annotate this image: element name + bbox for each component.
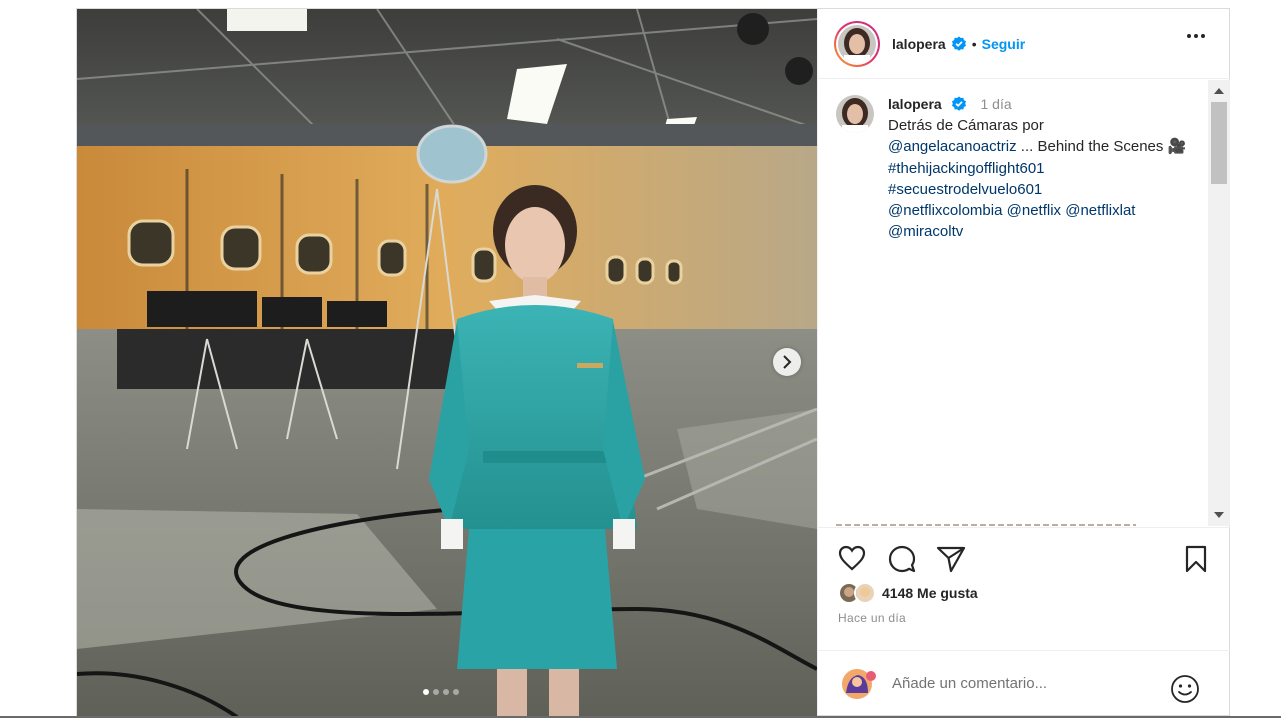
comment-input[interactable]	[892, 675, 1162, 692]
comments-scrollbar[interactable]	[1208, 80, 1230, 526]
post-time[interactable]: Hace un día	[838, 611, 906, 625]
scroll-up-arrow[interactable]	[1214, 88, 1224, 94]
add-comment-bar	[818, 650, 1230, 715]
verified-icon	[951, 96, 966, 111]
likes-count[interactable]: 4148 Me gusta	[882, 585, 978, 601]
liker-avatar-image	[856, 584, 874, 602]
caption-avatar[interactable]	[836, 95, 874, 133]
more-icon[interactable]	[1186, 33, 1206, 39]
chevron-right-icon	[783, 355, 792, 369]
caption-text-part: Detrás de Cámaras por	[888, 117, 1044, 134]
mention-link[interactable]: @miracoltv	[888, 223, 963, 240]
caption-time[interactable]: 1 día	[980, 96, 1011, 112]
comment-icon[interactable]	[888, 545, 916, 573]
carousel-dot-active	[423, 689, 429, 695]
caption-text: Detrás de Cámaras por @angelacanoactriz …	[888, 115, 1208, 243]
mention-link[interactable]: @netflixcolombia	[888, 202, 1002, 219]
window-bottom-border	[0, 716, 1281, 718]
heart-icon[interactable]	[838, 545, 866, 571]
hashtag-link[interactable]: #secuestrodelvuelo601	[888, 181, 1042, 198]
comments-section[interactable]: lalopera 1 día Detrás de Cámaras por @an…	[818, 80, 1230, 526]
post-caption: lalopera 1 día Detrás de Cámaras por @an…	[836, 95, 1208, 243]
share-icon[interactable]	[936, 545, 966, 573]
story-avatar[interactable]	[834, 20, 880, 67]
backstage-photo-image	[77, 9, 817, 717]
viewer-avatar	[838, 667, 878, 701]
scrollbar-thumb[interactable]	[1211, 102, 1227, 184]
follow-button[interactable]: Seguir	[982, 36, 1026, 52]
avatar-image	[838, 24, 876, 63]
header-username[interactable]: lalopera	[892, 36, 946, 52]
post-photo[interactable]	[77, 9, 817, 717]
post-actions	[818, 527, 1230, 573]
mention-link[interactable]: @angelacanoactriz	[888, 138, 1017, 155]
carousel-dot	[443, 689, 449, 695]
bookmark-icon[interactable]	[1184, 545, 1208, 573]
scroll-down-arrow[interactable]	[1214, 512, 1224, 518]
carousel-indicator	[423, 689, 459, 695]
next-comment-peek	[836, 524, 1136, 526]
caption-username[interactable]: lalopera	[888, 96, 942, 112]
mention-link[interactable]: @netflix	[1007, 202, 1061, 219]
emoji-icon[interactable]	[1170, 674, 1200, 704]
verified-icon	[951, 36, 966, 51]
caption-text-part: ... Behind the Scenes 🎥	[1016, 138, 1187, 156]
carousel-dot	[433, 689, 439, 695]
viewer-avatar-image	[841, 668, 876, 700]
instagram-post: lalopera • Seguir lalopera 1 día Detrás …	[76, 8, 1230, 717]
avatar-image	[836, 95, 874, 133]
liker-avatar	[854, 582, 876, 604]
header-separator: •	[971, 35, 977, 52]
post-header: lalopera • Seguir	[818, 9, 1230, 79]
carousel-dot	[453, 689, 459, 695]
carousel-next-button[interactable]	[773, 348, 801, 376]
likes-row[interactable]: 4148 Me gusta	[838, 582, 978, 604]
post-side-panel: lalopera • Seguir lalopera 1 día Detrás …	[817, 9, 1230, 715]
mention-link[interactable]: @netflixlat	[1065, 202, 1135, 219]
hashtag-link[interactable]: #thehijackingofflight601	[888, 160, 1045, 177]
